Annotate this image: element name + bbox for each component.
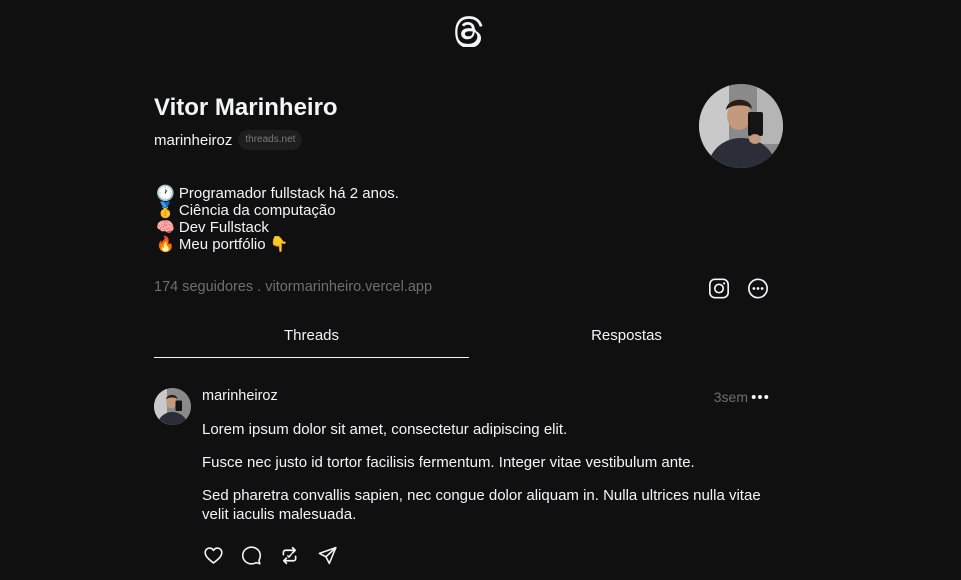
- tab-threads[interactable]: Threads: [154, 318, 469, 358]
- bio-text: Meu portfólio 👇: [178, 236, 289, 253]
- post-actions: [202, 544, 338, 566]
- heart-icon[interactable]: [202, 544, 224, 566]
- medal-emoji-icon: 🥇: [156, 202, 175, 219]
- bio-text: Dev Fullstack: [178, 219, 269, 236]
- clock-emoji-icon: 🕐: [156, 185, 175, 202]
- repost-icon[interactable]: [278, 544, 300, 566]
- post-meta: 3sem: [714, 389, 770, 405]
- handle-row: marinheiroz threads.net: [154, 130, 303, 150]
- profile-bio: 🕐 Programador fullstack há 2 anos. 🥇 Ciê…: [156, 185, 399, 253]
- post-author[interactable]: marinheiroz: [202, 388, 278, 404]
- post-time: 3sem: [713, 389, 748, 405]
- post-paragraph: Lorem ipsum dolor sit amet, consectetur …: [202, 421, 568, 438]
- profile-handle: marinheiroz: [154, 131, 233, 149]
- profile-actions: [708, 277, 769, 299]
- share-icon[interactable]: [316, 544, 338, 566]
- bio-line: 🔥 Meu portfólio 👇: [156, 236, 399, 253]
- tab-respostas[interactable]: Respostas: [469, 318, 784, 358]
- post-paragraph: Fusce nec justo id tortor facilisis ferm…: [202, 454, 695, 471]
- threads-logo-icon[interactable]: [455, 15, 483, 48]
- profile-name: Vitor Marinheiro: [154, 94, 338, 121]
- bio-text: Programador fullstack há 2 anos.: [178, 185, 399, 202]
- comment-icon[interactable]: [240, 544, 262, 566]
- instagram-icon[interactable]: [708, 277, 730, 299]
- bio-text: Ciência da computação: [178, 202, 336, 219]
- post-author-avatar[interactable]: [154, 388, 191, 425]
- bio-line: 🥇 Ciência da computação: [156, 202, 399, 219]
- post-body: Lorem ipsum dolor sit amet, consectetur …: [202, 420, 777, 538]
- post-more-icon[interactable]: [750, 390, 770, 404]
- bio-line: 🧠 Dev Fullstack: [156, 219, 399, 236]
- more-options-icon[interactable]: [747, 277, 769, 299]
- fire-emoji-icon: 🔥: [156, 236, 175, 253]
- profile-tabs: Threads Respostas: [154, 318, 784, 358]
- profile-avatar[interactable]: [699, 84, 783, 168]
- profile-page: Vitor Marinheiro marinheiroz threads.net…: [0, 0, 961, 580]
- bio-line: 🕐 Programador fullstack há 2 anos.: [156, 185, 399, 202]
- brain-emoji-icon: 🧠: [156, 219, 175, 236]
- followers-and-link[interactable]: 174 seguidores . vitormarinheiro.vercel.…: [154, 279, 432, 295]
- post-paragraph: Sed pharetra convallis sapien, nec congu…: [202, 487, 761, 523]
- domain-badge[interactable]: threads.net: [238, 130, 303, 150]
